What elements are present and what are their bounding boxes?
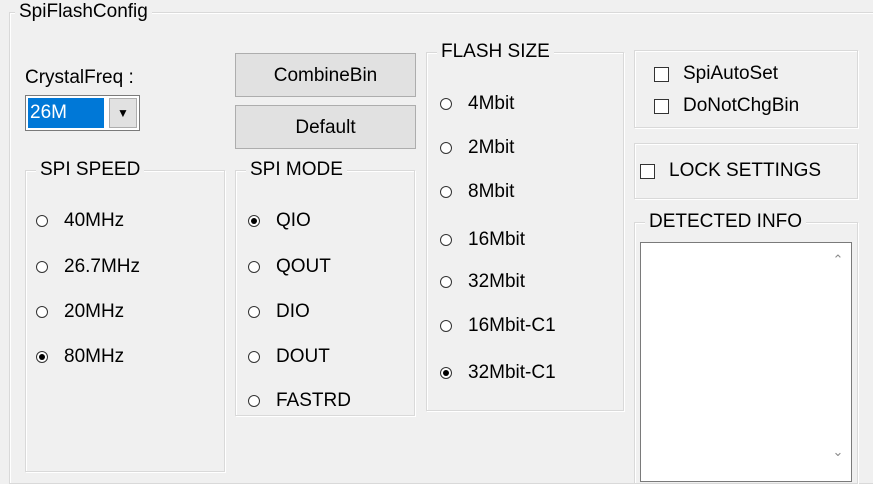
speed-radio-26-7mhz[interactable]: 26.7MHz (36, 256, 140, 278)
detected-info-title: DETECTED INFO (645, 210, 807, 234)
flash-label: 32Mbit (468, 271, 526, 292)
mode-label: FASTRD (276, 390, 351, 411)
detected-info-textbox[interactable]: ⌃ ⌄ (640, 242, 852, 482)
crystal-freq-label: CrystalFreq : (25, 67, 134, 88)
crystal-freq-select[interactable]: 26M ▼ (25, 95, 140, 131)
lock-settings-label: LOCK SETTINGS (669, 160, 822, 181)
radio-icon (36, 306, 48, 318)
mode-radio-qio[interactable]: QIO (248, 210, 311, 232)
radio-icon (248, 261, 260, 273)
spi-mode-title: SPI MODE (246, 158, 347, 182)
crystal-freq-value: 26M (28, 98, 104, 128)
speed-radio-40mhz[interactable]: 40MHz (36, 210, 124, 232)
radio-icon (440, 142, 452, 154)
mode-label: DOUT (276, 346, 330, 367)
do-not-chg-bin-checkbox[interactable]: DoNotChgBin (654, 95, 799, 117)
spi-auto-set-label: SpiAutoSet (683, 63, 779, 84)
checkbox-icon (654, 98, 669, 114)
radio-icon (248, 351, 260, 363)
flash-label: 16Mbit (468, 229, 526, 250)
flash-radio-16mbit-c1[interactable]: 16Mbit-C1 (440, 315, 556, 337)
checkbox-icon (654, 66, 669, 82)
radio-icon (440, 276, 452, 288)
chevron-up-icon[interactable]: ⌃ (827, 249, 849, 271)
mode-radio-dout[interactable]: DOUT (248, 346, 330, 368)
radio-selected-icon (440, 367, 452, 379)
flash-radio-16mbit[interactable]: 16Mbit (440, 229, 525, 251)
speed-radio-80mhz[interactable]: 80MHz (36, 346, 124, 368)
flash-radio-2mbit[interactable]: 2Mbit (440, 137, 514, 159)
radio-icon (36, 215, 48, 227)
mode-label: QIO (276, 210, 311, 231)
mode-radio-dio[interactable]: DIO (248, 301, 310, 323)
flash-radio-8mbit[interactable]: 8Mbit (440, 181, 514, 203)
mode-radio-qout[interactable]: QOUT (248, 256, 331, 278)
dropdown-icon[interactable]: ▼ (109, 98, 137, 128)
flash-radio-32mbit[interactable]: 32Mbit (440, 271, 525, 293)
flash-label: 2Mbit (468, 137, 515, 158)
spi-mode-group: SPI MODE (235, 158, 415, 416)
radio-icon (36, 261, 48, 273)
spi-auto-set-checkbox[interactable]: SpiAutoSet (654, 63, 778, 85)
radio-selected-icon (36, 351, 48, 363)
speed-label: 40MHz (64, 210, 125, 231)
radio-icon (440, 234, 452, 246)
speed-radio-20mhz[interactable]: 20MHz (36, 301, 124, 323)
chevron-down-icon[interactable]: ⌄ (827, 441, 849, 463)
lock-settings-checkbox[interactable]: LOCK SETTINGS (640, 160, 821, 182)
radio-icon (440, 98, 452, 110)
speed-label: 26.7MHz (64, 256, 141, 277)
mode-label: DIO (276, 301, 310, 322)
spi-flash-config-title: SpiFlashConfig (15, 0, 152, 24)
flash-radio-32mbit-c1[interactable]: 32Mbit-C1 (440, 362, 556, 384)
radio-icon (248, 395, 260, 407)
flash-label: 8Mbit (468, 181, 515, 202)
radio-icon (248, 306, 260, 318)
flash-size-title: FLASH SIZE (437, 40, 554, 64)
do-not-chg-bin-label: DoNotChgBin (683, 95, 800, 116)
combine-bin-button[interactable]: CombineBin (235, 53, 416, 97)
spi-speed-title: SPI SPEED (36, 158, 145, 182)
flash-label: 32Mbit-C1 (468, 362, 556, 383)
speed-label: 20MHz (64, 301, 125, 322)
default-button[interactable]: Default (235, 105, 416, 149)
flash-radio-4mbit[interactable]: 4Mbit (440, 93, 514, 115)
radio-selected-icon (248, 215, 260, 227)
flash-label: 4Mbit (468, 93, 515, 114)
flash-label: 16Mbit-C1 (468, 315, 556, 336)
radio-icon (440, 320, 452, 332)
mode-radio-fastrd[interactable]: FASTRD (248, 390, 351, 412)
mode-label: QOUT (276, 256, 331, 277)
speed-label: 80MHz (64, 346, 125, 367)
checkbox-icon (640, 163, 655, 179)
radio-icon (440, 186, 452, 198)
